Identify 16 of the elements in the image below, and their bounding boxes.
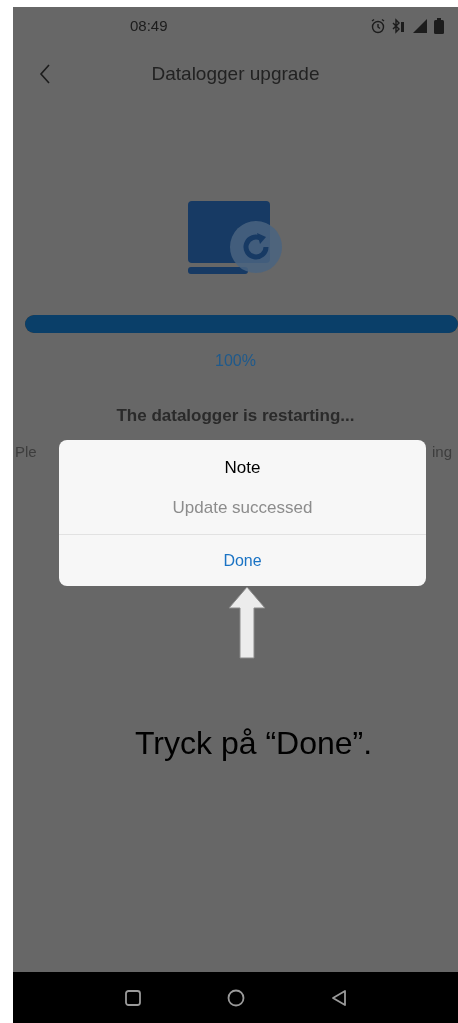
progress-percent: 100% bbox=[215, 351, 256, 371]
back-icon[interactable] bbox=[330, 988, 347, 1007]
recents-icon[interactable] bbox=[124, 989, 141, 1006]
instruction-text: Tryck på “Done”. bbox=[135, 724, 373, 763]
battery-icon bbox=[434, 18, 444, 34]
dialog-message: Update successed bbox=[172, 496, 313, 519]
back-icon[interactable] bbox=[39, 64, 51, 84]
bluetooth-icon bbox=[392, 18, 406, 34]
alarm-icon bbox=[370, 18, 386, 34]
signal-icon bbox=[412, 18, 428, 34]
header-title: Datalogger upgrade bbox=[151, 61, 320, 86]
status-message: The datalogger is restarting... bbox=[116, 405, 355, 427]
dialog-title: Note bbox=[224, 457, 261, 479]
done-button[interactable]: Done bbox=[211, 544, 274, 577]
home-icon[interactable] bbox=[226, 988, 245, 1007]
status-time: 08:49 bbox=[130, 15, 168, 36]
